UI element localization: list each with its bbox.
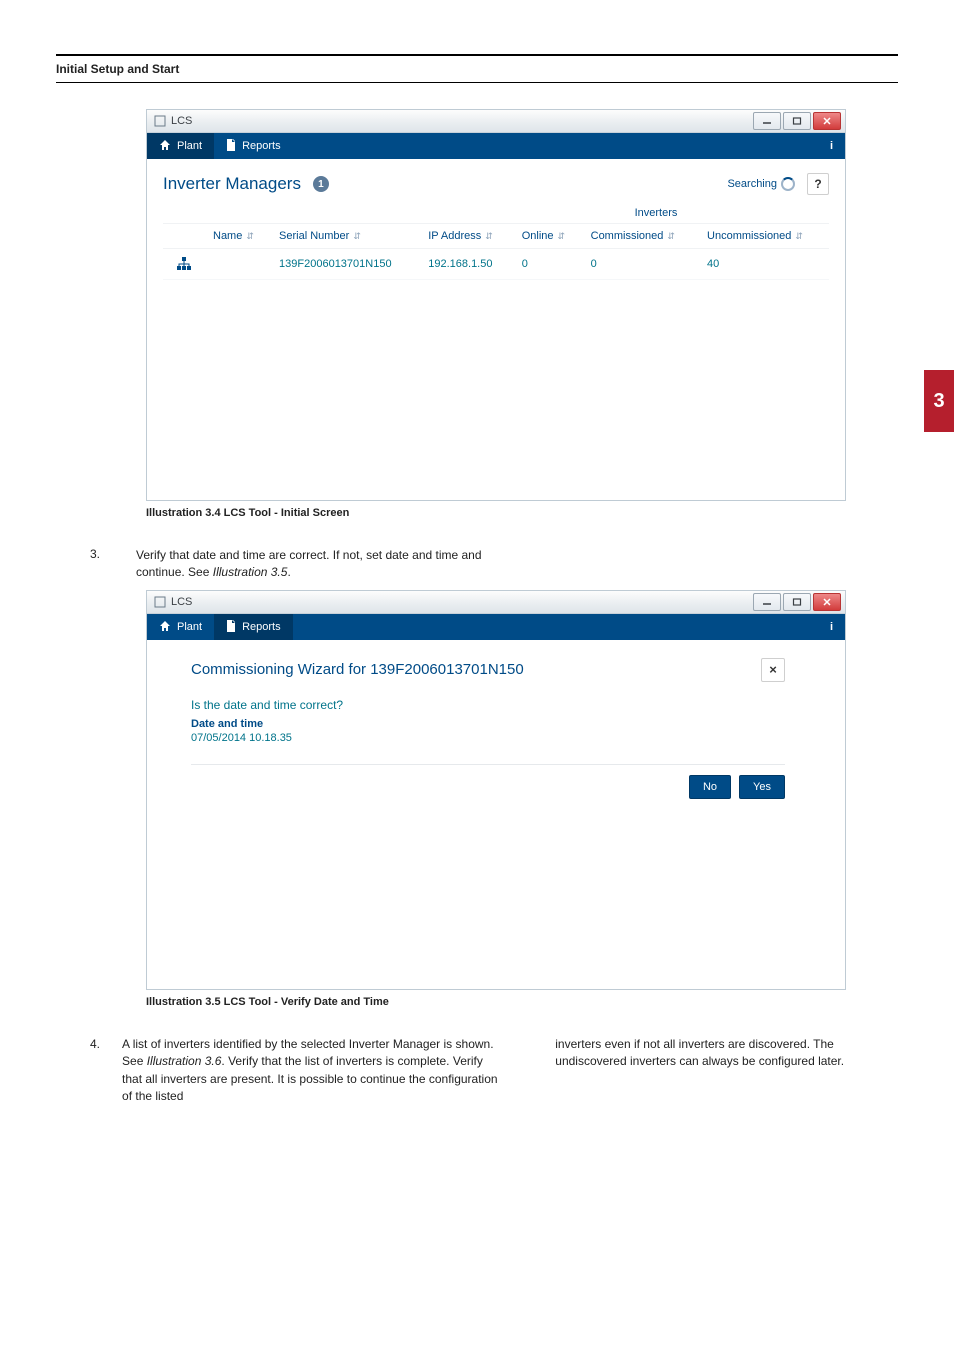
- tab-plant-label: Plant: [177, 621, 202, 633]
- window-titlebar-2: LCS: [147, 591, 845, 614]
- step-number-4: 4.: [90, 1036, 100, 1106]
- document-icon: [226, 620, 236, 634]
- figure-caption-3-4: Illustration 3.4 LCS Tool - Initial Scre…: [146, 507, 846, 519]
- chapter-tab: 3: [924, 370, 954, 432]
- tab-reports-label: Reports: [242, 621, 281, 633]
- info-button[interactable]: i: [818, 614, 845, 640]
- help-button[interactable]: ?: [807, 173, 829, 195]
- section-title: Initial Setup and Start: [56, 62, 898, 76]
- figure-initial-screen: LCS Plant: [146, 109, 846, 501]
- tab-plant-label: Plant: [177, 140, 202, 152]
- window-title-2: LCS: [171, 596, 753, 608]
- inverters-group-label: Inverters: [483, 207, 829, 219]
- tab-reports[interactable]: Reports: [214, 614, 293, 640]
- app-icon: [153, 114, 167, 128]
- step-text-3: Verify that date and time are correct. I…: [136, 547, 506, 582]
- window-titlebar: LCS: [147, 110, 845, 133]
- col-online[interactable]: Online⇵: [514, 224, 583, 249]
- cell-commissioned: 0: [583, 249, 699, 280]
- date-time-value: 07/05/2014 10.18.35: [191, 732, 785, 744]
- col-uncommissioned[interactable]: Uncommissioned⇵: [699, 224, 829, 249]
- count-badge: 1: [313, 176, 329, 192]
- tab-plant[interactable]: Plant: [147, 133, 214, 159]
- cell-ip: 192.168.1.50: [420, 249, 514, 280]
- spinner-icon: [781, 177, 795, 191]
- cell-serial: 139F2006013701N150: [271, 249, 420, 280]
- wizard-question: Is the date and time correct?: [191, 698, 785, 712]
- window-maximize-button[interactable]: [783, 593, 811, 611]
- date-time-label: Date and time: [191, 718, 785, 730]
- figure-verify-date-time: LCS Plant: [146, 590, 846, 990]
- wizard-title: Commissioning Wizard for 139F2006013701N…: [191, 661, 524, 678]
- home-icon: [159, 620, 171, 634]
- window-minimize-button[interactable]: [753, 112, 781, 130]
- document-icon: [226, 139, 236, 153]
- page-title: Inverter Managers: [163, 174, 301, 194]
- window-close-button[interactable]: [813, 593, 841, 611]
- hierarchy-icon[interactable]: [163, 249, 205, 280]
- table-row[interactable]: 139F2006013701N150 192.168.1.50 0 0 40: [163, 249, 829, 280]
- info-button[interactable]: i: [818, 133, 845, 159]
- cell-name: [205, 249, 271, 280]
- tab-reports[interactable]: Reports: [214, 133, 293, 159]
- window-close-button[interactable]: [813, 112, 841, 130]
- col-commissioned[interactable]: Commissioned⇵: [583, 224, 699, 249]
- figure-caption-3-5: Illustration 3.5 LCS Tool - Verify Date …: [146, 996, 846, 1008]
- home-icon: [159, 139, 171, 153]
- tab-plant[interactable]: Plant: [147, 614, 214, 640]
- step-text-4-left: A list of inverters identified by the se…: [122, 1036, 501, 1106]
- step-number-3: 3.: [90, 547, 114, 582]
- tab-reports-label: Reports: [242, 140, 281, 152]
- col-serial[interactable]: Serial Number⇵: [271, 224, 420, 249]
- wizard-close-button[interactable]: ×: [761, 658, 785, 682]
- cell-uncommissioned: 40: [699, 249, 829, 280]
- window-maximize-button[interactable]: [783, 112, 811, 130]
- window-minimize-button[interactable]: [753, 593, 781, 611]
- window-title: LCS: [171, 115, 753, 127]
- inverter-managers-table: Name⇵ Serial Number⇵ IP Address⇵ Online⇵…: [163, 223, 829, 280]
- searching-status: Searching: [727, 177, 795, 191]
- step-text-4-right: inverters even if not all inverters are …: [555, 1036, 898, 1106]
- app-icon: [153, 595, 167, 609]
- yes-button[interactable]: Yes: [739, 775, 785, 799]
- cell-online: 0: [514, 249, 583, 280]
- no-button[interactable]: No: [689, 775, 731, 799]
- col-name[interactable]: Name⇵: [205, 224, 271, 249]
- col-ip[interactable]: IP Address⇵: [420, 224, 514, 249]
